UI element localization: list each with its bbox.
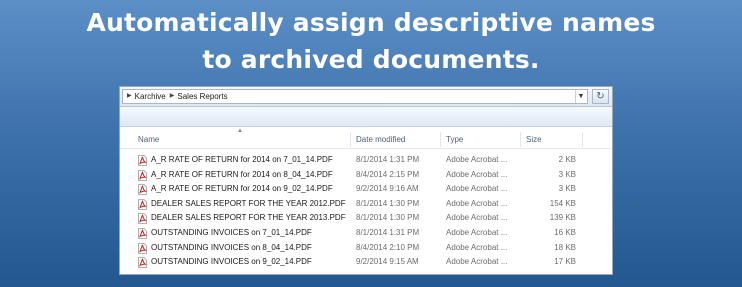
file-date-modified: 8/1/2014 1:30 PM (356, 213, 420, 223)
headline-line-1: Automatically assign descriptive names (86, 8, 656, 37)
explorer-window: ▶ Karchive ▶ Sales Reports ▼ ↻ ▲ Name Date … (119, 86, 613, 275)
file-name: OUTSTANDING INVOICES on 8_04_14.PDF (151, 242, 312, 252)
file-type: Adobe Acrobat ... (446, 169, 508, 179)
pdf-file-icon (138, 242, 147, 254)
column-date-modified[interactable]: Date modified (356, 131, 405, 148)
file-type: Adobe Acrobat ... (446, 227, 508, 237)
file-row[interactable]: DEALER SALES REPORT FOR THE YEAR 2012.PD… (120, 197, 612, 212)
column-divider[interactable] (440, 132, 441, 147)
file-size: 16 KB (554, 227, 576, 237)
file-size: 17 KB (554, 257, 576, 267)
file-type: Adobe Acrobat ... (446, 213, 508, 223)
file-type: Adobe Acrobat ... (446, 257, 508, 267)
address-bar: ▶ Karchive ▶ Sales Reports ▼ ↻ (120, 87, 612, 107)
file-list: A_R RATE OF RETURN for 2014 on 7_01_14.P… (120, 153, 612, 270)
column-size[interactable]: Size (526, 131, 542, 148)
breadcrumb-arrow-icon[interactable]: ▶ (170, 90, 175, 103)
pdf-file-icon (138, 155, 147, 166)
file-date-modified: 8/4/2014 2:10 PM (356, 242, 420, 252)
file-name: A_R RATE OF RETURN for 2014 on 9_02_14.P… (151, 184, 333, 194)
file-type: Adobe Acrobat ... (446, 184, 508, 194)
file-row[interactable]: A_R RATE OF RETURN for 2014 on 8_04_14.P… (120, 168, 612, 183)
column-divider[interactable] (582, 132, 583, 147)
sort-ascending-icon: ▲ (237, 128, 243, 134)
column-type[interactable]: Type (446, 131, 463, 148)
file-type: Adobe Acrobat ... (446, 155, 508, 164)
chevron-down-icon[interactable]: ▼ (575, 90, 586, 103)
file-name: A_R RATE OF RETURN for 2014 on 7_01_14.P… (151, 155, 333, 164)
file-size: 154 KB (549, 198, 576, 208)
headline: Automatically assign descriptive names t… (0, 4, 742, 78)
pdf-file-icon (138, 228, 147, 239)
pdf-file-icon (138, 213, 147, 225)
column-header-row: ▲ Name Date modified Type Size (120, 128, 612, 149)
file-type: Adobe Acrobat ... (446, 198, 508, 208)
file-size: 18 KB (554, 242, 576, 252)
refresh-icon[interactable]: ↻ (592, 89, 609, 104)
pdf-file-icon (138, 169, 147, 181)
file-name: OUTSTANDING INVOICES on 7_01_14.PDF (151, 227, 312, 237)
pdf-file-icon (138, 184, 147, 196)
file-date-modified: 8/1/2014 1:30 PM (356, 198, 420, 208)
file-date-modified: 9/2/2014 9:16 AM (356, 184, 419, 194)
breadcrumb-arrow-icon[interactable]: ▶ (127, 90, 132, 103)
file-name: OUTSTANDING INVOICES on 9_02_14.PDF (151, 257, 312, 267)
file-name: DEALER SALES REPORT FOR THE YEAR 2012.PD… (151, 198, 346, 208)
file-row[interactable]: A_R RATE OF RETURN for 2014 on 9_02_14.P… (120, 182, 612, 197)
headline-line-2: to archived documents. (202, 45, 540, 74)
file-row[interactable]: A_R RATE OF RETURN for 2014 on 7_01_14.P… (120, 153, 612, 168)
breadcrumb-sales-reports[interactable]: Sales Reports (177, 90, 227, 103)
file-size: 139 KB (549, 213, 576, 223)
file-name: DEALER SALES REPORT FOR THE YEAR 2013.PD… (151, 213, 346, 223)
pdf-file-icon (138, 198, 147, 210)
file-date-modified: 8/1/2014 1:31 PM (356, 227, 420, 237)
breadcrumb-karchive[interactable]: Karchive (135, 90, 166, 103)
file-date-modified: 8/1/2014 1:31 PM (356, 155, 420, 164)
column-divider[interactable] (350, 132, 351, 147)
file-size: 3 KB (558, 184, 576, 194)
file-type: Adobe Acrobat ... (446, 242, 508, 252)
column-name[interactable]: Name (138, 131, 159, 148)
pdf-file-icon (138, 257, 147, 269)
column-divider[interactable] (520, 132, 521, 147)
file-row[interactable]: OUTSTANDING INVOICES on 8_04_14.PDF 8/4/… (120, 241, 612, 256)
file-row[interactable]: OUTSTANDING INVOICES on 7_01_14.PDF 8/1/… (120, 226, 612, 241)
file-size: 2 KB (558, 155, 576, 164)
file-date-modified: 8/4/2014 2:15 PM (356, 169, 420, 179)
file-row[interactable]: OUTSTANDING INVOICES on 9_02_14.PDF 9/2/… (120, 255, 612, 270)
file-date-modified: 9/2/2014 9:15 AM (356, 257, 419, 267)
file-name: A_R RATE OF RETURN for 2014 on 8_04_14.P… (151, 169, 333, 179)
address-field[interactable]: ▶ Karchive ▶ Sales Reports ▼ (122, 89, 588, 104)
command-toolbar (120, 107, 612, 127)
file-size: 3 KB (558, 169, 576, 179)
file-row[interactable]: DEALER SALES REPORT FOR THE YEAR 2013.PD… (120, 211, 612, 226)
